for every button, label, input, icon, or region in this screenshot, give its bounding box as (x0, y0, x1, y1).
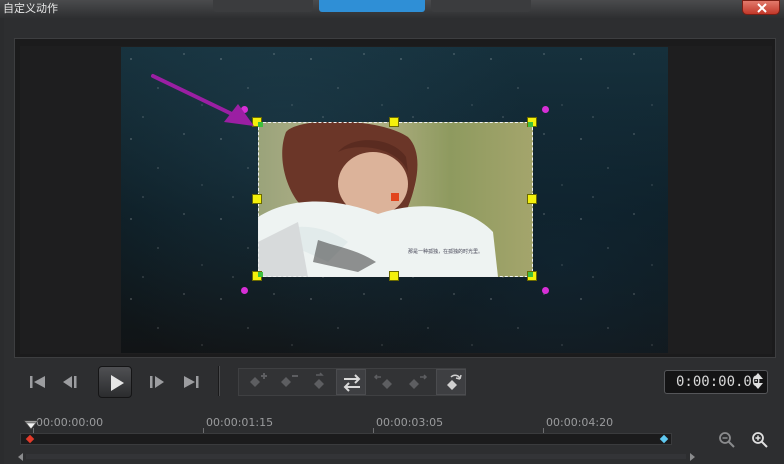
remove-keyframe-button[interactable] (272, 369, 302, 395)
resize-handle-top[interactable] (389, 117, 399, 127)
tab-left[interactable] (213, 0, 313, 12)
play-icon (111, 375, 124, 391)
rotate-handle-bottom-right[interactable] (542, 287, 549, 294)
tick-label: 00:00:01:15 (206, 416, 274, 429)
timeline-scrollbar[interactable] (26, 454, 686, 459)
reset-button[interactable] (436, 369, 466, 395)
timeline-track[interactable] (20, 433, 672, 445)
zoom-in-icon[interactable] (751, 431, 769, 449)
window-title: 自定义动作 (3, 2, 58, 15)
tick-label: 00:00:04:20 (546, 416, 614, 429)
reverse-keyframe-icon (314, 372, 324, 389)
timecode-up-arrow-icon[interactable] (753, 373, 763, 379)
resize-handle-right[interactable] (527, 194, 537, 204)
rotate-handle-bottom-left[interactable] (241, 287, 248, 294)
add-keyframe-button[interactable] (241, 369, 271, 395)
move-right-button[interactable] (402, 369, 432, 395)
resize-handle-bottom[interactable] (389, 271, 399, 281)
tab-right[interactable] (431, 0, 531, 12)
annotation-arrow-icon (151, 74, 254, 126)
selection-box[interactable] (258, 122, 533, 277)
tab-active[interactable] (319, 0, 425, 12)
timecode-value[interactable]: 0:00:00.00 (676, 372, 760, 392)
rotate-handle-top-right[interactable] (542, 106, 549, 113)
swap-arrows-icon (343, 374, 361, 392)
move-left-button[interactable] (369, 369, 399, 395)
zoom-out-icon[interactable] (718, 431, 736, 449)
go-to-end-icon[interactable] (180, 373, 202, 391)
corner-pin-bottom-right[interactable] (528, 272, 533, 277)
swap-keyframe-button[interactable] (336, 369, 366, 395)
reverse-keyframe-button[interactable] (304, 369, 334, 395)
add-keyframe-icon (250, 373, 267, 387)
corner-pin-top-right[interactable] (528, 122, 533, 127)
next-frame-icon[interactable] (146, 373, 168, 391)
resize-handle-left[interactable] (252, 194, 262, 204)
play-button[interactable] (98, 366, 132, 398)
go-to-start-icon[interactable] (27, 373, 49, 391)
tick-label: 00:00:03:05 (376, 416, 444, 429)
scroll-left-icon[interactable] (18, 453, 23, 461)
remove-keyframe-icon (281, 375, 298, 387)
close-button[interactable] (742, 0, 780, 15)
playhead-icon[interactable] (22, 420, 40, 430)
move-right-icon (409, 374, 428, 389)
tick-label: 00:00:00:00 (36, 416, 104, 429)
move-left-icon (373, 374, 392, 389)
scroll-right-icon[interactable] (690, 453, 695, 461)
reset-keyframe-icon (447, 374, 462, 390)
toolbar-divider (218, 366, 220, 396)
timecode-down-arrow-icon[interactable] (753, 383, 763, 389)
previous-frame-icon[interactable] (60, 373, 82, 391)
corner-pin-bottom-left[interactable] (258, 272, 263, 277)
close-icon (757, 3, 767, 13)
